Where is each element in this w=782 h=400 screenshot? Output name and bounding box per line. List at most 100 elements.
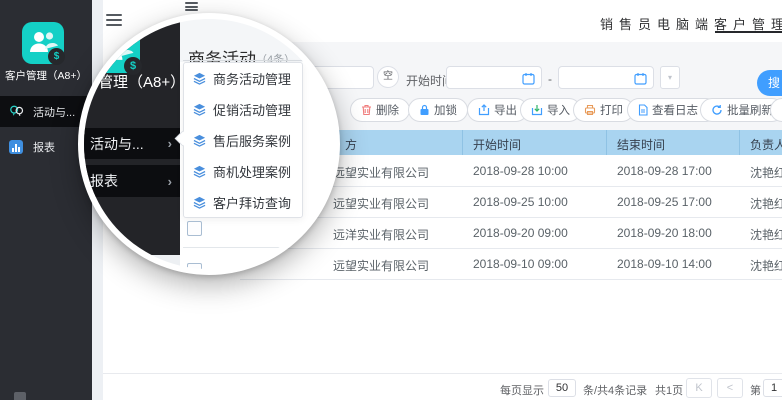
layers-icon: [193, 196, 206, 209]
import-button[interactable]: 导入: [520, 98, 581, 122]
magnified-menu-item-activities[interactable]: 活动与... ›: [78, 128, 180, 159]
filter-expand-toggle[interactable]: ▾: [660, 66, 680, 89]
export-button[interactable]: 导出: [467, 98, 528, 122]
dropdown-item-aftersales[interactable]: 售后服务案例: [184, 125, 302, 156]
button-label: 打印: [600, 102, 623, 118]
button-label: 加锁: [434, 102, 457, 118]
dropdown-item-label: 售后服务案例: [213, 131, 291, 150]
magnified-menu-item-reports[interactable]: 报表 ›: [78, 165, 180, 197]
cell-owner: 沈艳红: [750, 195, 782, 212]
cell-owner: 沈艳红: [750, 257, 782, 274]
first-page-button[interactable]: K: [686, 378, 712, 398]
tab-active-underline: [715, 31, 782, 33]
export-icon: [478, 104, 490, 116]
total-pages-label: 共1页: [655, 382, 683, 398]
dropdown-item-label: 客户拜访查询: [213, 193, 291, 212]
per-page-input[interactable]: 50: [548, 379, 576, 397]
button-label: 删除: [376, 102, 399, 118]
cell-end: 2018-09-10 14:00: [617, 257, 712, 271]
button-label: 导入: [547, 102, 570, 118]
records-label: 条/共4条记录: [583, 382, 647, 398]
content-menu-icon[interactable]: [185, 2, 198, 11]
prev-page-button[interactable]: <: [717, 378, 743, 398]
import-icon: [531, 104, 543, 116]
app-window: $ 客户管理（A8+） 活动与... 报表 销售员电脑端客户管理 空 开始时间: [0, 0, 782, 400]
page-input[interactable]: 1: [763, 379, 782, 397]
col-owner: 负责人: [750, 136, 782, 153]
title-underline: [183, 60, 323, 61]
app-sidebar: $ 客户管理（A8+） 活动与... 报表: [0, 0, 92, 400]
magnifier-overlay: $ 管理（A8+） 活动与... › 报表 › 商务活动 （4条） 商务活动管理: [78, 13, 340, 275]
column-divider: [739, 130, 740, 155]
magnified-row-checkbox[interactable]: [187, 263, 202, 275]
column-divider: [462, 130, 463, 155]
footer-divider: [103, 373, 782, 374]
button-label: 查看日志: [652, 102, 698, 118]
lock-icon: [419, 104, 430, 116]
layers-icon: [193, 103, 206, 116]
cell-start: 2018-09-28 10:00: [473, 164, 568, 178]
table-row[interactable]: 远洋实业有限公司 2018-09-20 09:00 2018-09-20 18:…: [240, 217, 782, 248]
row-divider: [240, 279, 782, 280]
cell-company: 远洋实业有限公司: [333, 226, 429, 243]
end-date-input[interactable]: [558, 66, 654, 89]
printer-icon: [584, 104, 596, 116]
layers-icon: [193, 165, 206, 178]
dropdown-item-opportunity[interactable]: 商机处理案例: [184, 156, 302, 187]
cell-end: 2018-09-28 17:00: [617, 164, 712, 178]
col-end-time: 结束时间: [617, 136, 665, 153]
sidebar-bottom-icon[interactable]: [14, 392, 26, 400]
bar-chart-icon: [9, 140, 23, 154]
dropdown-item-visit-query[interactable]: 客户拜访查询: [184, 187, 302, 218]
start-date-input[interactable]: [446, 66, 542, 89]
calendar-icon: [634, 72, 647, 85]
dropdown-item-business-activity[interactable]: 商务活动管理: [184, 63, 302, 94]
table-row[interactable]: 远望实业有限公司 2018-09-10 09:00 2018-09-10 14:…: [240, 248, 782, 279]
col-start-time: 开始时间: [473, 136, 521, 153]
menu-item-label: 报表: [90, 171, 118, 191]
dropdown-item-promotion[interactable]: 促销活动管理: [184, 94, 302, 125]
cell-owner: 沈艳红: [750, 226, 782, 243]
trash-icon: [361, 104, 372, 116]
refresh-icon: [711, 104, 723, 116]
cell-company: 远望实业有限公司: [333, 257, 429, 274]
clear-button[interactable]: 空: [377, 66, 399, 88]
magnified-app-title: 管理（A8+）: [98, 71, 185, 92]
chevron-right-icon: ›: [168, 136, 172, 151]
layers-icon: [193, 134, 206, 147]
page-prefix-label: 第: [750, 382, 761, 398]
magnified-row-divider: [183, 247, 299, 248]
cell-start: 2018-09-25 10:00: [473, 195, 568, 209]
lock-button[interactable]: 加锁: [408, 98, 468, 122]
per-page-label: 每页显示: [500, 382, 544, 398]
column-divider: [606, 130, 607, 155]
cell-end: 2018-09-20 18:00: [617, 226, 712, 240]
dropdown-item-label: 商务活动管理: [213, 69, 291, 88]
cell-owner: 沈艳红: [750, 164, 782, 181]
delete-button[interactable]: 删除: [350, 98, 410, 122]
currency-badge-icon: $: [48, 48, 65, 65]
balloons-icon: [9, 104, 24, 119]
menu-item-label: 活动与...: [90, 134, 144, 154]
document-icon: [638, 104, 648, 116]
cell-company: 远望实业有限公司: [333, 195, 429, 212]
button-label: 批量刷新: [727, 102, 773, 118]
sidebar-item-activities[interactable]: 活动与...: [0, 96, 92, 127]
search-button[interactable]: 搜索: [757, 70, 782, 96]
chevron-right-icon: ›: [168, 174, 172, 189]
cell-start: 2018-09-10 09:00: [473, 257, 568, 271]
magnified-row-checkbox[interactable]: [187, 221, 202, 236]
dropdown-item-label: 促销活动管理: [213, 100, 291, 119]
cell-company: 远望实业有限公司: [333, 164, 429, 181]
calendar-icon: [522, 72, 535, 85]
sidebar-item-label: 报表: [33, 139, 55, 155]
layers-icon: [193, 72, 206, 85]
cell-start: 2018-09-20 09:00: [473, 226, 568, 240]
button-label: 导出: [494, 102, 517, 118]
print-button[interactable]: 打印: [573, 98, 634, 122]
cell-end: 2018-09-25 17:00: [617, 195, 712, 209]
sidebar-item-label: 活动与...: [33, 104, 75, 120]
dropdown-item-label: 商机处理案例: [213, 162, 291, 181]
date-range-separator: -: [548, 72, 552, 86]
dropdown-panel: 商务活动管理 促销活动管理 售后服务案例: [183, 62, 303, 218]
